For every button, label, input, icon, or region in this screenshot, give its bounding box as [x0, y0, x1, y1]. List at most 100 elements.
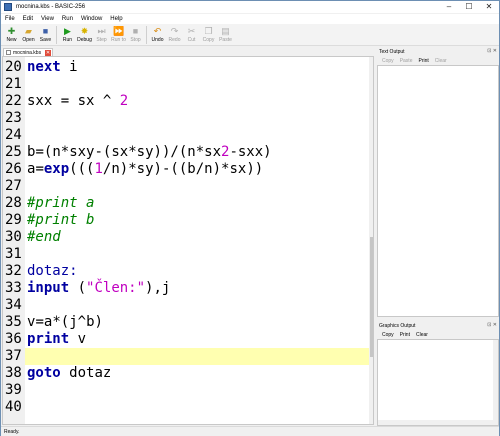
code-line[interactable]: 33 input ("Člen:"),j [3, 280, 373, 297]
graphics-vertical-scrollbar[interactable] [493, 340, 498, 425]
run-to-icon: ⏩ [113, 26, 125, 36]
graphics-horizontal-scrollbar[interactable] [378, 420, 493, 425]
line-number: 21 [5, 76, 22, 92]
graphics-output-area[interactable] [377, 339, 499, 426]
copy-label: Copy [202, 37, 215, 43]
code-line[interactable]: 35 v=a*(j^b) [3, 314, 373, 331]
line-number: 27 [5, 178, 22, 194]
code-line[interactable]: 38 goto dotaz [3, 365, 373, 382]
document-icon [6, 50, 11, 55]
text-output-paste-button[interactable]: Paste [397, 58, 416, 64]
menu-file[interactable]: File [1, 16, 19, 22]
line-number: 23 [5, 110, 22, 126]
run-button[interactable]: ▶ Run [59, 24, 76, 46]
stop-button[interactable]: ■ Stop [127, 24, 144, 46]
open-button[interactable]: ▰ Open [20, 24, 37, 46]
code-line[interactable]: 40 [3, 399, 373, 416]
code-line[interactable]: 21 [3, 76, 373, 93]
code-line[interactable]: 31 [3, 246, 373, 263]
text-output-area[interactable] [377, 65, 499, 317]
code-line[interactable]: 22 sxx = sx ^ 2 [3, 93, 373, 110]
graphics-output-clear-button[interactable]: Clear [413, 332, 431, 338]
menu-window[interactable]: Window [77, 16, 106, 22]
close-button[interactable]: ✕ [479, 1, 499, 13]
editor-tab-bar: mocnina.kbs ✕ [1, 47, 375, 56]
code-editor[interactable]: 20 next i 21 22 sxx = sx ^ 2 23 24 25 b=(n*sxy-(… [2, 56, 374, 425]
menu-edit[interactable]: Edit [19, 16, 37, 22]
redo-icon: ↷ [170, 26, 179, 36]
line-number: 22 [5, 93, 22, 109]
text-output-print-button[interactable]: Print [415, 58, 431, 64]
new-label: New [6, 37, 17, 43]
undo-icon: ↶ [153, 26, 162, 36]
code-line[interactable]: 20 next i [3, 59, 373, 76]
code-text: #end [27, 229, 61, 245]
step-button[interactable]: ⏭ Step [93, 24, 110, 46]
line-number: 31 [5, 246, 22, 262]
debug-icon: ✸ [80, 26, 89, 36]
text-output-dock-controls[interactable]: ⊡ ✕ [487, 48, 497, 54]
text-output-toolbar: Copy Paste Print Clear [377, 56, 499, 65]
graphics-output-header: Graphics Output ⊡ ✕ [377, 321, 499, 330]
save-label: Save [39, 37, 52, 43]
graphics-output-title: Graphics Output [379, 322, 416, 329]
floppy-icon: ■ [42, 26, 49, 36]
text-output-clear-button[interactable]: Clear [432, 58, 450, 64]
code-line[interactable]: 23 [3, 110, 373, 127]
minimize-button[interactable]: – [439, 1, 459, 13]
code-line[interactable]: 24 [3, 127, 373, 144]
step-icon: ⏭ [97, 26, 106, 36]
editor-scrollbar[interactable] [369, 57, 373, 424]
line-number: 36 [5, 331, 22, 347]
code-line[interactable]: 25 b=(n*sxy-(sx*sy))/(n*sx2-sxx) [3, 144, 373, 161]
run-to-button[interactable]: ⏩ Run to [110, 24, 127, 46]
menu-view[interactable]: View [37, 16, 58, 22]
cut-label: Cut [187, 37, 196, 43]
code-text: v=a*(j^b) [27, 314, 103, 330]
menu-run[interactable]: Run [58, 16, 77, 22]
line-number: 37 [5, 348, 22, 364]
line-number: 39 [5, 382, 22, 398]
code-line[interactable]: 29 #print b [3, 212, 373, 229]
code-line[interactable]: 30 #end [3, 229, 373, 246]
code-line[interactable]: 32 dotaz: [3, 263, 373, 280]
scrollbar-thumb[interactable] [370, 237, 373, 357]
code-line[interactable]: 28 #print a [3, 195, 373, 212]
graphics-output-dock-controls[interactable]: ⊡ ✕ [487, 322, 497, 328]
graphics-output-copy-button[interactable]: Copy [379, 332, 397, 338]
code-line[interactable]: 36 print v [3, 331, 373, 348]
line-number: 24 [5, 127, 22, 143]
code-text: #print b [27, 212, 95, 228]
line-number: 34 [5, 297, 22, 313]
maximize-button[interactable]: ☐ [459, 1, 479, 13]
cut-button[interactable]: ✂ Cut [183, 24, 200, 46]
open-label: Open [22, 37, 35, 43]
save-button[interactable]: ■ Save [37, 24, 54, 46]
graphics-output-print-button[interactable]: Print [397, 332, 413, 338]
code-text: dotaz: [27, 263, 78, 279]
undo-button[interactable]: ↶ Undo [149, 24, 166, 46]
code-line[interactable]: 39 [3, 382, 373, 399]
folder-icon: ▰ [25, 26, 32, 36]
title-bar: mocnina.kbs - BASIC-256 – ☐ ✕ [1, 1, 499, 13]
copy-button[interactable]: ❐ Copy [200, 24, 217, 46]
code-line[interactable]: 27 [3, 178, 373, 195]
redo-label: Redo [168, 37, 181, 43]
code-line[interactable]: 37 [3, 348, 373, 365]
paste-button[interactable]: ▤ Paste [217, 24, 234, 46]
redo-button[interactable]: ↷ Redo [166, 24, 183, 46]
text-output-copy-button[interactable]: Copy [379, 58, 397, 64]
new-button[interactable]: ✚ New [3, 24, 20, 46]
app-icon [4, 3, 12, 11]
debug-button[interactable]: ✸ Debug [76, 24, 93, 46]
text-output-title: Text Output [379, 48, 405, 55]
menu-help[interactable]: Help [106, 16, 126, 22]
stop-label: Stop [130, 37, 141, 43]
tab-mocnina[interactable]: mocnina.kbs ✕ [3, 48, 53, 56]
toolbar-separator [146, 26, 147, 44]
line-number: 25 [5, 144, 22, 160]
code-line[interactable]: 26 a=exp(((1/n)*sy)-((b/n)*sx)) [3, 161, 373, 178]
step-label: Step [96, 37, 107, 43]
code-line[interactable]: 34 [3, 297, 373, 314]
status-text: Ready. [4, 428, 20, 435]
